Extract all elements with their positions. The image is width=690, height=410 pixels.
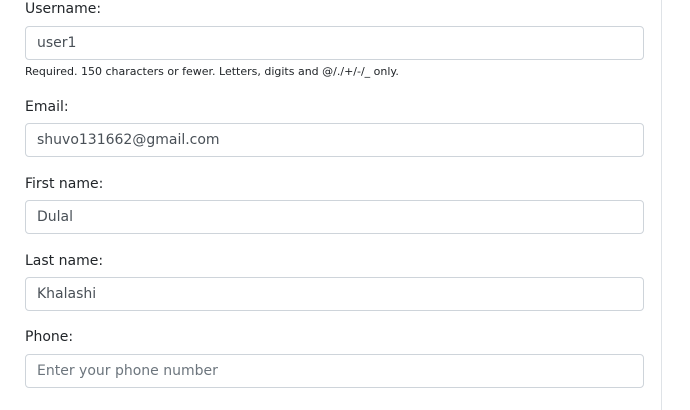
- email-input[interactable]: [25, 123, 644, 157]
- username-input[interactable]: [25, 26, 644, 60]
- email-label: Email:: [25, 99, 69, 115]
- first-name-group: First name:: [25, 175, 644, 234]
- username-label: Username:: [25, 1, 102, 17]
- phone-group: Phone:: [25, 328, 644, 388]
- phone-label: Phone:: [25, 329, 74, 345]
- email-group: Email:: [25, 98, 644, 157]
- last-name-label: Last name:: [25, 253, 104, 269]
- first-name-input[interactable]: [25, 200, 644, 234]
- username-help-text: Required. 150 characters or fewer. Lette…: [25, 65, 399, 78]
- last-name-input[interactable]: [25, 277, 644, 311]
- last-name-group: Last name:: [25, 252, 644, 311]
- first-name-label: First name:: [25, 176, 104, 192]
- username-group: Username: Required. 150 characters or fe…: [25, 0, 644, 78]
- phone-input[interactable]: [25, 354, 644, 388]
